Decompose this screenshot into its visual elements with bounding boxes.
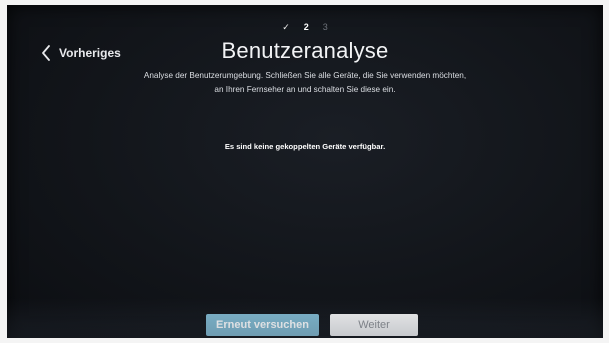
retry-button[interactable]: Erneut versuchen: [206, 314, 319, 336]
step-3-upcoming: 3: [322, 22, 328, 32]
next-button[interactable]: Weiter: [330, 314, 418, 336]
tv-screen: ✓ 2 3 Vorheriges Benutzeranalyse Analyse…: [7, 5, 603, 338]
step-indicator: ✓ 2 3: [7, 22, 603, 33]
page-description: Analyse der Benutzerumgebung. Schließen …: [87, 69, 523, 97]
status-message: Es sind keine gekoppelten Geräte verfügb…: [224, 142, 386, 151]
description-line-1: Analyse der Benutzerumgebung. Schließen …: [143, 71, 467, 80]
description-line-2: an Ihren Fernseher an und schalten Sie d…: [214, 85, 396, 94]
step-2-current: 2: [303, 22, 309, 32]
page-title: Benutzeranalyse: [221, 38, 389, 63]
step-1-completed: ✓: [282, 22, 290, 32]
